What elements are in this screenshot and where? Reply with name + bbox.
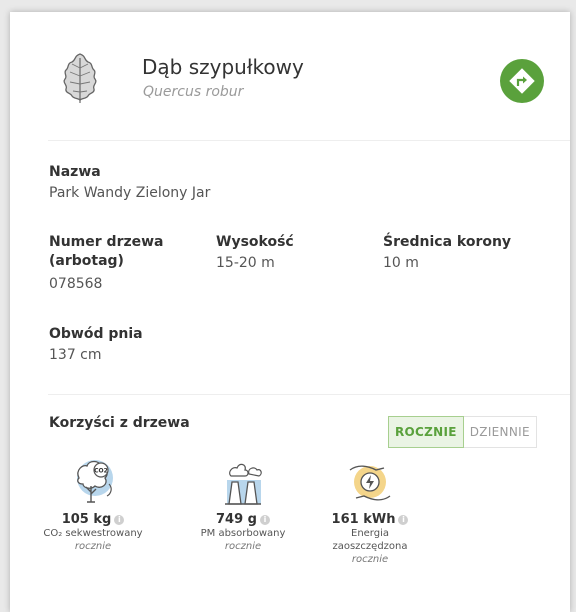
toggle-yearly-button[interactable]: ROCZNIE [388, 416, 464, 448]
benefit-energy-desc-line1: Energia [351, 528, 389, 539]
benefit-co2-value-row: 105 kg i [38, 512, 148, 527]
benefit-pm-desc: PM absorbowany [200, 528, 286, 539]
info-icon[interactable]: i [398, 515, 409, 525]
tree-number-label: Numer drzewa (arbotag) [49, 233, 164, 271]
benefits-title: Korzyści z drzewa [49, 415, 190, 431]
height-value: 15-20 m [216, 255, 275, 271]
directions-icon [509, 68, 535, 94]
name-label: Nazwa [49, 164, 101, 180]
benefit-energy-desc-line2: zaoszczędzona [332, 541, 408, 552]
benefit-co2-desc: CO₂ sekwestrowany [43, 528, 143, 539]
details-divider [48, 394, 570, 395]
benefit-co2-period: rocznie [74, 541, 112, 552]
energy-savings-icon [349, 465, 391, 501]
svg-text:CO2: CO2 [94, 468, 108, 475]
benefit-energy-period: rocznie [351, 554, 389, 565]
benefit-energy: 161 kWh i Energia zaoszczędzona rocznie [315, 456, 425, 566]
benefit-pm-value: 749 g [216, 512, 257, 527]
benefit-co2-value: 105 kg [61, 512, 112, 527]
crown-value: 10 m [383, 255, 419, 271]
crown-label: Średnica korony [383, 234, 512, 250]
height-label: Wysokość [216, 234, 294, 250]
benefit-energy-value-row: 161 kWh i [315, 512, 425, 527]
info-icon[interactable]: i [114, 515, 125, 525]
oak-leaf-icon [63, 53, 97, 103]
benefit-pm-value-row: 749 gi [188, 512, 298, 527]
factory-pm-icon [225, 463, 262, 505]
tree-number-label-line2: (arbotag) [49, 253, 124, 269]
info-icon[interactable]: i [259, 515, 270, 525]
benefit-co2: CO2 105 kg i CO₂ sekwestrowany rocznie [38, 456, 148, 553]
toggle-daily-button[interactable]: DZIENNIE [463, 416, 537, 448]
co2-tree-icon: CO2 [77, 460, 113, 503]
period-toggle: ROCZNIE DZIENNIE [388, 416, 537, 448]
trunk-value: 137 cm [49, 347, 102, 363]
trunk-label: Obwód pnia [49, 326, 143, 342]
tree-details-card: Dąb szypułkowy Quercus robur Nazwa Park … [10, 12, 570, 612]
header-divider [48, 140, 570, 141]
benefit-energy-value: 161 kWh [331, 512, 396, 527]
tree-header: Dąb szypułkowy Quercus robur [10, 12, 570, 140]
benefit-pm: 749 gi PM absorbowany rocznie [188, 456, 298, 553]
directions-button[interactable] [500, 59, 544, 103]
tree-latin-name: Quercus robur [143, 84, 244, 100]
tree-species-title: Dąb szypułkowy [142, 55, 304, 79]
benefit-pm-period: rocznie [224, 541, 262, 552]
tree-number-value: 078568 [49, 276, 103, 292]
name-value: Park Wandy Zielony Jar [49, 185, 211, 201]
tree-number-label-line1: Numer drzewa [49, 234, 164, 250]
